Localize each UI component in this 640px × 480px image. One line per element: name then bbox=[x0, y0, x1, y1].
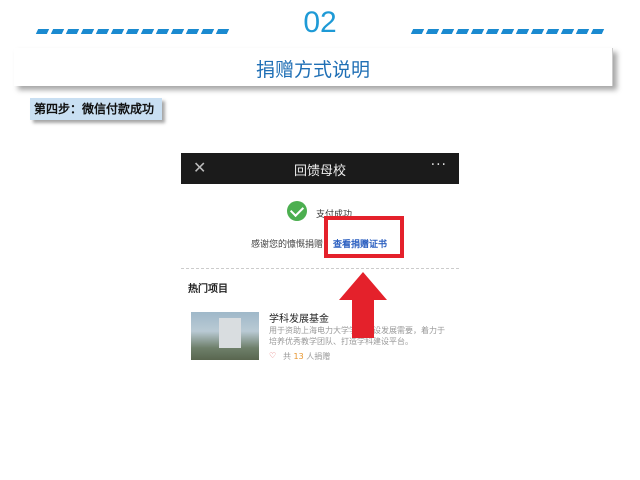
donor-number: 13 bbox=[293, 352, 304, 361]
nav-bar: ✕ 回馈母校 ··· bbox=[181, 153, 459, 184]
red-up-arrow-icon bbox=[339, 272, 387, 338]
slide-title: 捐赠方式说明 bbox=[255, 59, 370, 81]
phone-screenshot: ✕ 回馈母校 ··· 支付成功 感谢您的慷慨捐赠 查看捐赠证书 热门项目 学科发… bbox=[181, 153, 459, 365]
success-check-icon bbox=[287, 201, 307, 221]
decorative-dash-right bbox=[410, 29, 607, 36]
project-thumbnail[interactable] bbox=[191, 312, 259, 360]
heart-icon: ♡ bbox=[269, 351, 277, 360]
more-icon[interactable]: ··· bbox=[431, 157, 447, 173]
donor-prefix: 共 bbox=[283, 352, 291, 361]
thanks-text: 感谢您的慷慨捐赠 bbox=[251, 240, 324, 250]
hot-projects-heading: 热门项目 bbox=[188, 284, 228, 295]
highlight-box bbox=[324, 216, 404, 258]
title-bar: 捐赠方式说明 bbox=[14, 48, 613, 86]
project-name[interactable]: 学科发展基金 bbox=[269, 310, 329, 325]
donor-suffix: 人捐赠 bbox=[306, 352, 331, 361]
step-label: 第四步：微信付款成功 bbox=[30, 98, 163, 120]
divider bbox=[181, 268, 459, 269]
donor-count: 共 13 人捐赠 bbox=[283, 351, 330, 362]
nav-title: 回馈母校 bbox=[293, 164, 346, 179]
